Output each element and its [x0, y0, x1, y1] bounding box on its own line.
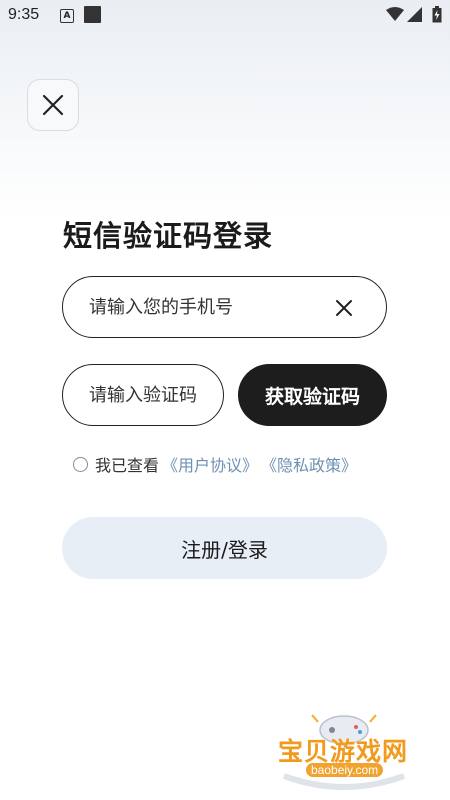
phone-input[interactable]: [89, 277, 319, 337]
page-title: 短信验证码登录: [63, 219, 274, 253]
status-time: 9:35: [8, 6, 40, 23]
privacy-policy-link[interactable]: 《隐私政策》: [261, 452, 357, 476]
a-notification-icon: A: [60, 9, 74, 23]
watermark-logo: 宝贝游戏网 baobeiy.com: [272, 700, 422, 795]
user-agreement-link[interactable]: 《用户协议》: [162, 452, 258, 476]
notification-square-icon: [84, 6, 101, 23]
code-input[interactable]: [89, 365, 209, 425]
watermark-url: baobeiy.com: [306, 763, 384, 777]
signal-icon: [407, 7, 422, 22]
phone-field[interactable]: [62, 276, 387, 338]
get-code-button[interactable]: 获取验证码: [238, 364, 387, 426]
battery-icon: [432, 6, 442, 23]
wifi-icon: [386, 7, 404, 21]
register-login-button[interactable]: 注册/登录: [62, 517, 387, 579]
code-field[interactable]: [62, 364, 224, 426]
close-button[interactable]: [27, 79, 79, 131]
status-bar: 9:35 A: [0, 0, 450, 32]
agree-text: 我已查看: [95, 456, 160, 475]
agree-radio[interactable]: [73, 456, 88, 472]
close-icon: [42, 94, 64, 116]
agreement-row: 我已查看 《用户协议》 《隐私政策》: [73, 453, 357, 475]
clear-icon[interactable]: [335, 299, 353, 317]
